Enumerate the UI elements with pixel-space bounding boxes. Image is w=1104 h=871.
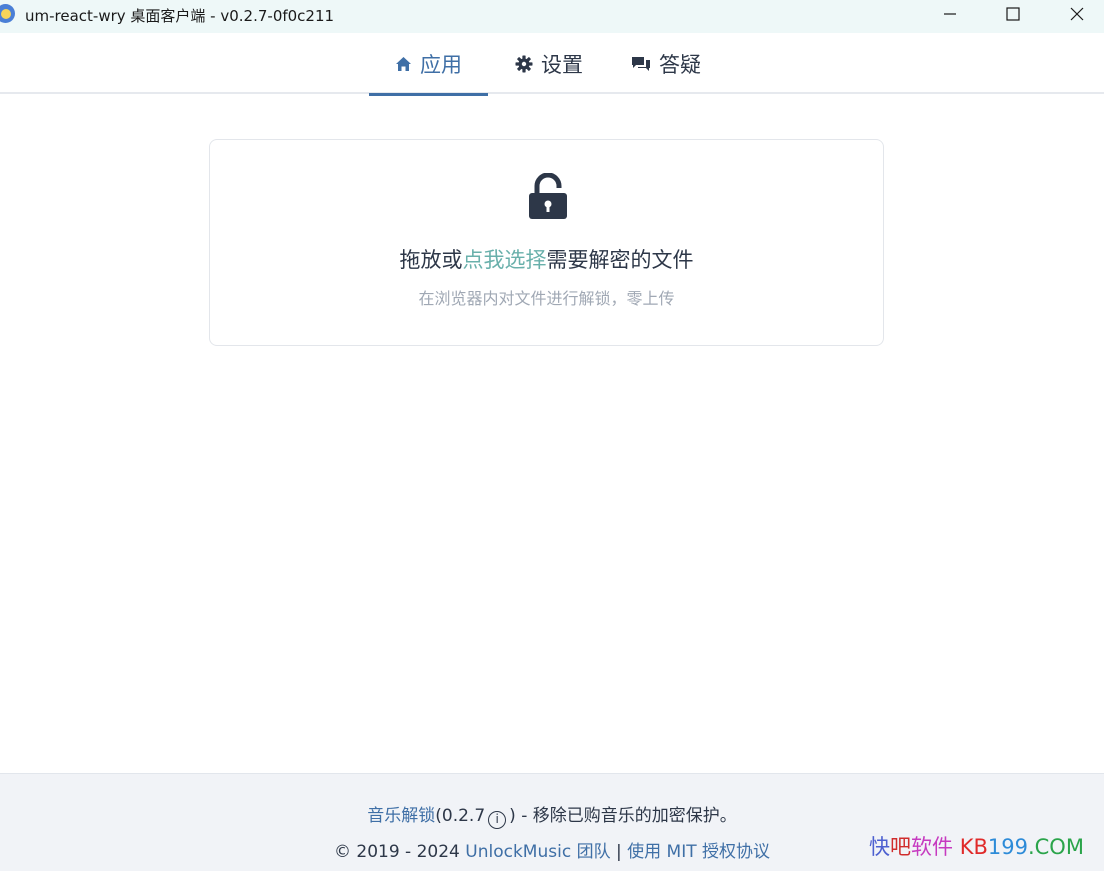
app-logo-icon xyxy=(0,4,15,23)
dropzone-suffix: 需要解密的文件 xyxy=(546,248,694,272)
unlock-icon xyxy=(529,173,567,219)
site-watermark: 快吧软件 KB199.COM xyxy=(869,831,1084,861)
footer-app-info: 音乐解锁(0.2.7 i) - 移除已购音乐的加密保护。 xyxy=(0,801,1104,829)
watermark-part: 吧 xyxy=(890,835,911,859)
tab-faq[interactable]: 答疑 xyxy=(617,33,715,94)
gear-icon xyxy=(515,55,533,72)
minimize-button[interactable] xyxy=(918,0,982,28)
window-titlebar: um-react-wry 桌面客户端 - v0.2.7-0f0c211 xyxy=(0,0,1104,33)
main-tabs: 应用 设置 答疑 xyxy=(0,33,1104,96)
close-icon xyxy=(1070,7,1084,21)
watermark-part: .COM xyxy=(1027,835,1084,859)
watermark-part: 快 xyxy=(869,835,890,859)
minimize-icon xyxy=(944,13,956,15)
file-dropzone[interactable]: 拖放或点我选择需要解密的文件 在浏览器内对文件进行解锁，零上传 xyxy=(209,139,884,346)
dropzone-instruction: 拖放或点我选择需要解密的文件 xyxy=(210,244,883,274)
tab-faq-label: 答疑 xyxy=(659,52,701,77)
watermark-part: 199 xyxy=(987,835,1028,859)
home-icon xyxy=(396,56,411,71)
chat-icon xyxy=(632,56,650,71)
maximize-icon xyxy=(1006,7,1020,21)
license-link[interactable]: 使用 MIT 授权协议 xyxy=(627,842,770,862)
dropzone-subtitle: 在浏览器内对文件进行解锁，零上传 xyxy=(418,289,675,308)
app-name-link[interactable]: 音乐解锁 xyxy=(367,806,435,826)
copyright-text: © 2019 - 2024 xyxy=(333,842,460,862)
select-file-link[interactable]: 点我选择 xyxy=(463,248,547,272)
app-version: (0.2.7 xyxy=(435,806,486,826)
window-title: um-react-wry 桌面客户端 - v0.2.7-0f0c211 xyxy=(25,7,335,25)
maximize-button[interactable] xyxy=(981,0,1045,28)
watermark-part: KB xyxy=(959,835,988,859)
footer-separator: | xyxy=(615,842,622,862)
tab-app-label: 应用 xyxy=(420,52,462,77)
tab-app[interactable]: 应用 xyxy=(369,33,488,96)
info-icon[interactable]: i xyxy=(488,811,507,829)
team-link[interactable]: UnlockMusic 团队 xyxy=(465,842,610,862)
tab-settings-label: 设置 xyxy=(541,52,583,77)
close-button[interactable] xyxy=(1045,0,1104,28)
dropzone-prefix: 拖放或 xyxy=(399,248,463,272)
app-description: ) - 移除已购音乐的加密保护。 xyxy=(509,806,737,826)
watermark-part: 软件 xyxy=(911,835,953,859)
tab-settings[interactable]: 设置 xyxy=(500,33,598,94)
